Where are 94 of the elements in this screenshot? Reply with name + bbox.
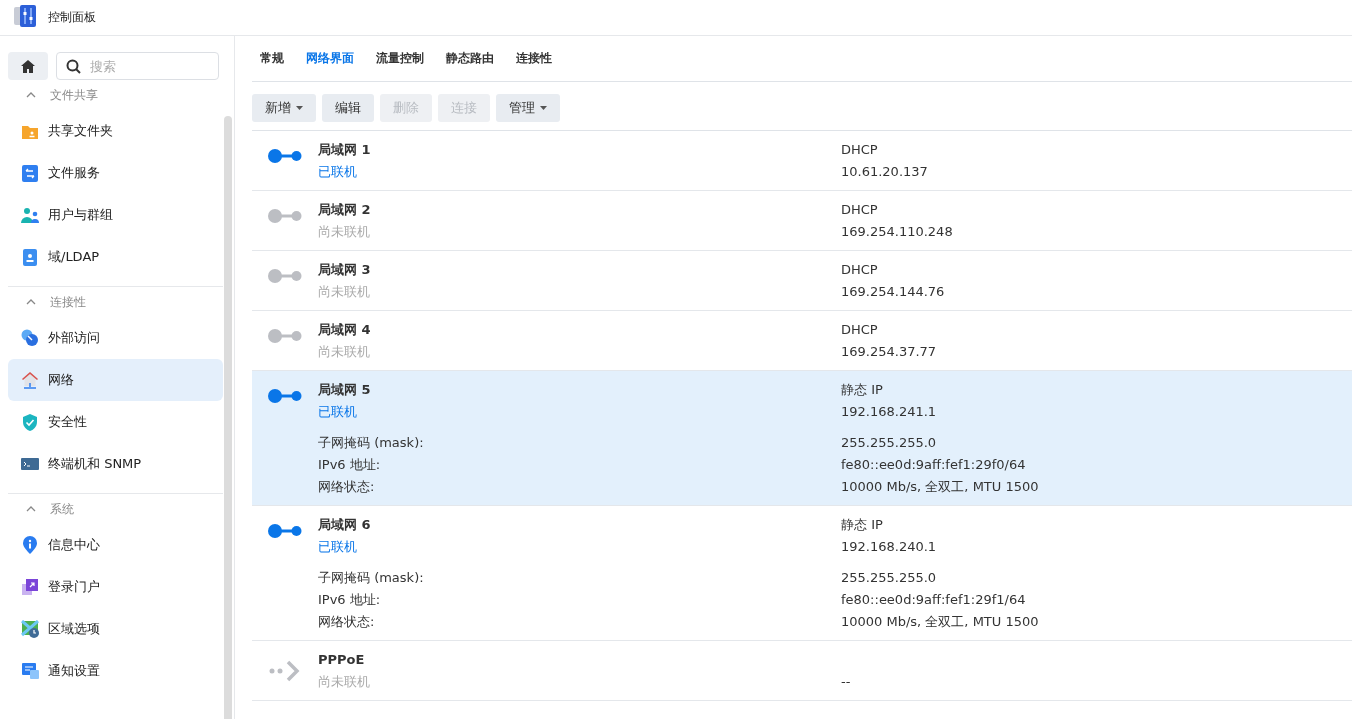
dropdown-button[interactable]: 管理 [496, 94, 560, 122]
scrollbar[interactable] [224, 116, 232, 719]
interface-name: 局域网 4 [318, 321, 372, 339]
detail-value: 255.255.255.0 [841, 434, 938, 452]
detail-label: 子网掩码 (mask): [318, 569, 425, 587]
tab[interactable]: 常规 [252, 46, 292, 71]
sidebar-item[interactable]: 区域选项 [8, 608, 223, 650]
users-icon [21, 206, 39, 224]
sidebar-item[interactable]: 信息中心 [8, 524, 223, 566]
tab[interactable]: 流量控制 [368, 46, 432, 71]
ip-address: -- [841, 673, 852, 691]
sidebar-item[interactable]: 通知设置 [8, 650, 223, 692]
house-icon [21, 371, 39, 389]
chevron-icon [26, 92, 36, 98]
interface-row[interactable]: 局域网 5 静态 IP 已联机 192.168.241.1 子网掩码 (mask): 255.255.255.0 IPv6 地址: fe80::ee0d:9aff:fef1:29f0/64 网络状态: 10000 Mb/s, 全双工, MTU 1500 [252, 371, 1352, 506]
ip-mode: 静态 IP [841, 381, 884, 399]
connection-status: 尚未联机 [318, 343, 371, 361]
dots-arrow-icon [268, 659, 302, 683]
chevron-icon [26, 506, 36, 512]
info-pin-icon [21, 536, 39, 554]
window-title: 控制面板 [48, 9, 96, 26]
connected-port-icon [268, 389, 302, 403]
file-arrows-icon [21, 164, 39, 182]
ip-mode: DHCP [841, 261, 879, 279]
disconnected-port-icon [268, 269, 302, 283]
toolbar-button[interactable]: 编辑 [322, 94, 374, 122]
section-header[interactable]: 系统 [8, 494, 223, 524]
connected-port-icon [268, 524, 302, 538]
portal-icon [21, 578, 39, 596]
connection-status: 已联机 [318, 403, 358, 421]
ip-address: 169.254.37.77 [841, 343, 938, 361]
tab[interactable]: 静态路由 [438, 46, 502, 71]
section-header[interactable]: 文件共享 [8, 80, 223, 110]
sidebar-item[interactable]: 网络 [8, 359, 223, 401]
connection-status: 尚未联机 [318, 223, 371, 241]
map-clock-icon [21, 620, 39, 638]
app-icon [14, 5, 36, 27]
ip-address: 169.254.110.248 [841, 223, 954, 241]
detail-label: 网络状态: [318, 478, 376, 496]
interface-row[interactable]: 局域网 2 DHCP 尚未联机 169.254.110.248 [252, 191, 1352, 251]
sidebar-item[interactable]: 共享文件夹 [8, 110, 223, 152]
detail-label: IPv6 地址: [318, 591, 382, 609]
interface-name: 局域网 5 [318, 381, 372, 399]
sidebar-item[interactable]: 用户与群组 [8, 194, 223, 236]
dropdown-button[interactable]: 新增 [252, 94, 316, 122]
interface-name: 局域网 1 [318, 141, 372, 159]
shield-check-icon [21, 413, 39, 431]
sidebar-item[interactable]: 文件服务 [8, 152, 223, 194]
ip-mode: DHCP [841, 201, 879, 219]
detail-label: 网络状态: [318, 613, 376, 631]
ip-address: 169.254.144.76 [841, 283, 946, 301]
ip-address: 10.61.20.137 [841, 163, 929, 181]
detail-label: IPv6 地址: [318, 456, 382, 474]
disconnected-port-icon [268, 329, 302, 343]
terminal-icon [21, 455, 39, 473]
home-icon [21, 59, 35, 73]
interface-name: 局域网 2 [318, 201, 372, 219]
chevron-icon [26, 299, 36, 305]
interface-row[interactable]: 局域网 1 DHCP 已联机 10.61.20.137 [252, 131, 1352, 191]
connection-status: 尚未联机 [318, 673, 371, 691]
tab[interactable]: 连接性 [508, 46, 560, 71]
interface-row[interactable]: 局域网 3 DHCP 尚未联机 169.254.144.76 [252, 251, 1352, 311]
sidebar-item[interactable]: 登录门户 [8, 566, 223, 608]
sidebar-item[interactable]: 安全性 [8, 401, 223, 443]
id-card-icon [21, 248, 39, 266]
detail-value: fe80::ee0d:9aff:fef1:29f0/64 [841, 456, 1027, 474]
sidebar-item[interactable]: 终端机和 SNMP [8, 443, 223, 485]
disconnected-port-icon [268, 209, 302, 223]
detail-value: 10000 Mb/s, 全双工, MTU 1500 [841, 613, 1040, 631]
ip-mode: 静态 IP [841, 516, 884, 534]
interface-name: 局域网 6 [318, 516, 372, 534]
detail-value: 255.255.255.0 [841, 569, 938, 587]
ip-address: 192.168.240.1 [841, 538, 938, 556]
chat-bubbles-icon [21, 662, 39, 680]
interface-row[interactable]: PPPoE 尚未联机 -- [252, 641, 1352, 701]
detail-label: 子网掩码 (mask): [318, 434, 425, 452]
detail-value: fe80::ee0d:9aff:fef1:29f1/64 [841, 591, 1027, 609]
search-field[interactable]: 搜索 [56, 52, 219, 80]
connection-status: 已联机 [318, 538, 358, 556]
interface-name: 局域网 3 [318, 261, 372, 279]
tab[interactable]: 网络界面 [298, 46, 362, 71]
ip-mode: DHCP [841, 141, 879, 159]
connection-status: 尚未联机 [318, 283, 371, 301]
interface-row[interactable]: 局域网 6 静态 IP 已联机 192.168.240.1 子网掩码 (mask): 255.255.255.0 IPv6 地址: fe80::ee0d:9aff:fef1:29f1/64 网络状态: 10000 Mb/s, 全双工, MTU 1500 [252, 506, 1352, 641]
sidebar-item[interactable]: 外部访问 [8, 317, 223, 359]
sidebar-item[interactable]: 域/LDAP [8, 236, 223, 278]
home-button[interactable] [8, 52, 48, 80]
connection-status: 已联机 [318, 163, 358, 181]
ip-mode: DHCP [841, 321, 879, 339]
section-header[interactable]: 连接性 [8, 287, 223, 317]
detail-value: 10000 Mb/s, 全双工, MTU 1500 [841, 478, 1040, 496]
interface-name: PPPoE [318, 651, 366, 669]
ip-address: 192.168.241.1 [841, 403, 938, 421]
connected-port-icon [268, 149, 302, 163]
